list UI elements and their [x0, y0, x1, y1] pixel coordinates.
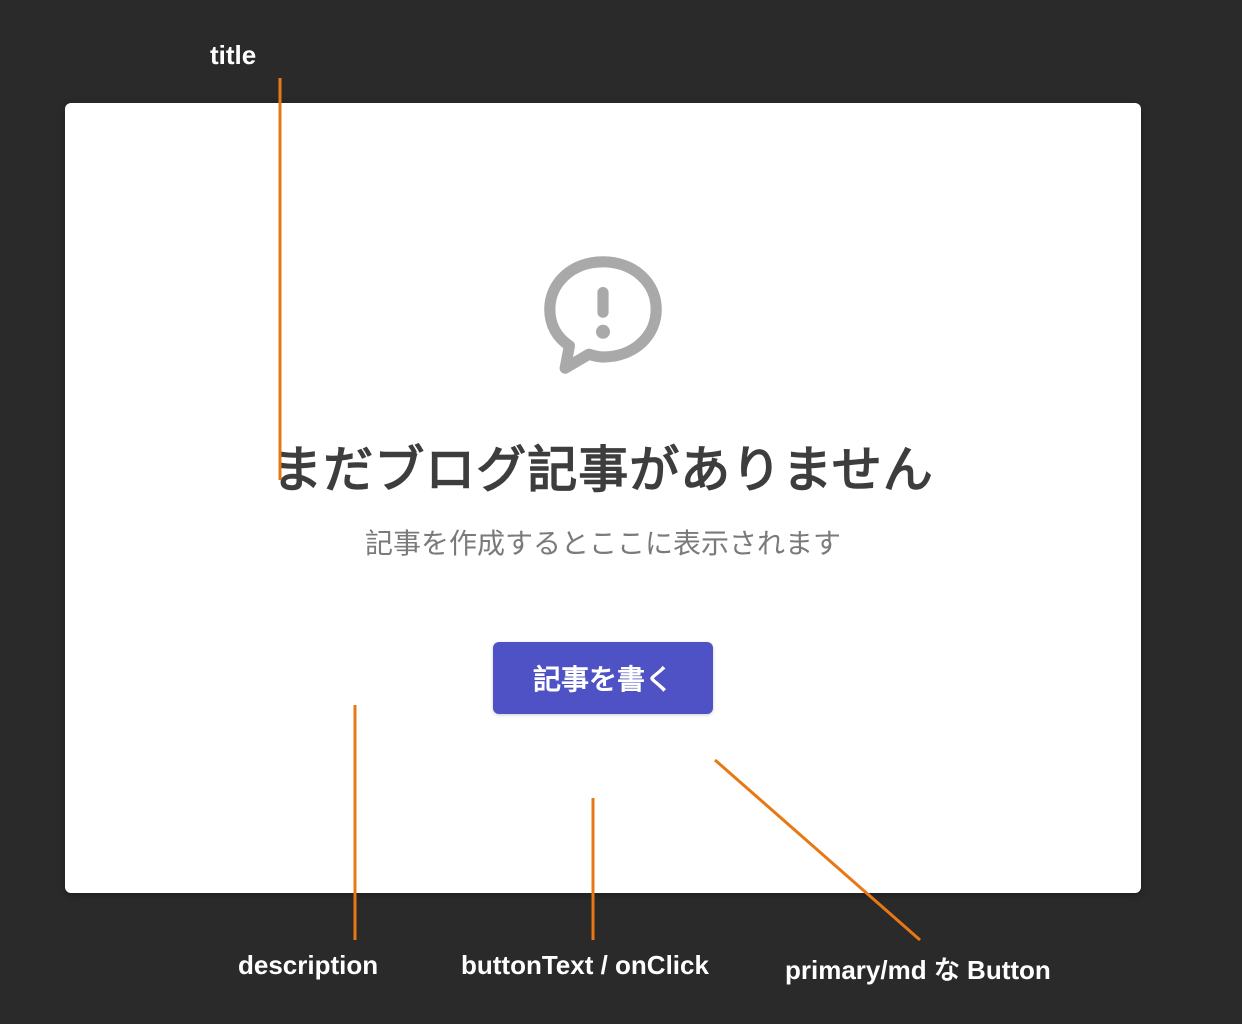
empty-state-title: まだブログ記事がありません — [272, 430, 934, 502]
annotation-primary-label: primary/md な Button — [785, 950, 1051, 987]
annotation-buttontext-label: buttonText / onClick — [461, 950, 709, 981]
annotation-description-label: description — [238, 950, 378, 981]
annotation-title-label: title — [210, 40, 256, 71]
empty-state-card: まだブログ記事がありません 記事を作成するとここに表示されます 記事を書く — [65, 103, 1141, 893]
write-article-button[interactable]: 記事を書く — [493, 642, 713, 714]
speech-bubble-exclamation-icon — [533, 245, 673, 390]
empty-state-description: 記事を作成するとここに表示されます — [365, 522, 841, 562]
